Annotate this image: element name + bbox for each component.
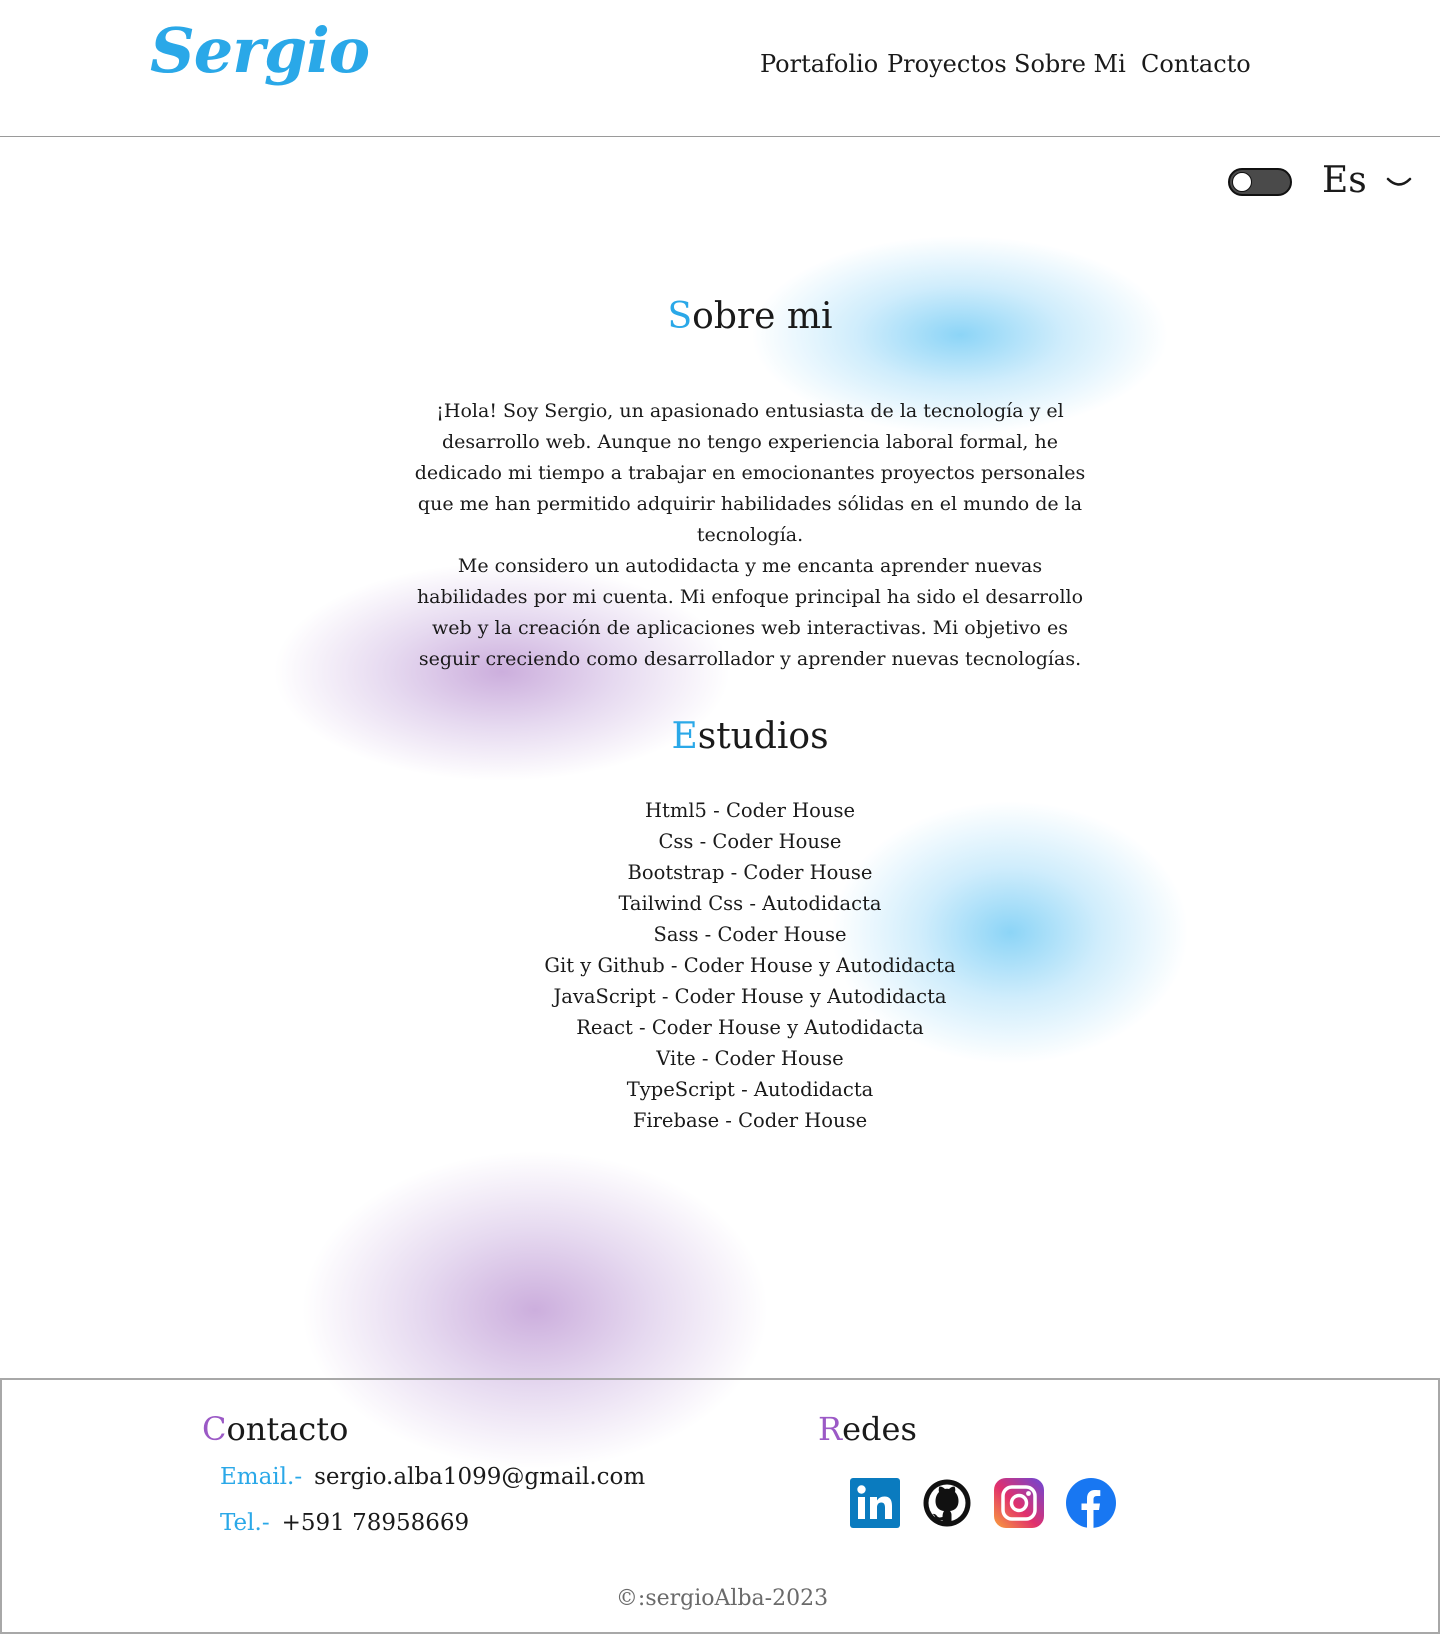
chevron-down-icon (1386, 177, 1412, 186)
email-value[interactable]: sergio.alba1099@gmail.com (314, 1464, 645, 1490)
contact-heading: Contacto (202, 1410, 348, 1448)
list-item: Sass - Coder House (653, 923, 847, 946)
toggle-knob (1232, 172, 1252, 192)
contact-heading-initial: C (202, 1410, 227, 1448)
about-text: ¡Hola! Soy Sergio, un apasionado entusia… (400, 396, 1100, 675)
about-paragraph-1: ¡Hola! Soy Sergio, un apasionado entusia… (414, 400, 1086, 546)
language-selector[interactable]: Es (1322, 160, 1412, 201)
list-item: Vite - Coder House (656, 1047, 844, 1070)
socials-heading-rest: edes (842, 1410, 917, 1448)
copyright-text: ©:sergioAlba-2023 (615, 1586, 829, 1611)
site-footer: Contacto Email.- sergio.alba1099@gmail.co… (0, 1378, 1440, 1634)
instagram-icon[interactable] (994, 1478, 1044, 1528)
list-item: Firebase - Coder House (632, 1109, 868, 1132)
nav-link-contacto[interactable]: Contacto (1141, 50, 1251, 78)
site-logo[interactable]: Sergio (150, 14, 370, 87)
nav-link-sobre-mi[interactable]: Sobre Mi (1014, 50, 1126, 78)
studies-title: Estudios (0, 716, 1440, 757)
about-title-initial: S (667, 296, 693, 337)
about-title-rest: obre mi (692, 296, 833, 337)
facebook-icon[interactable] (1066, 1478, 1116, 1528)
nav-link-proyectos[interactable]: Proyectos (887, 50, 1007, 78)
list-item: Html5 - Coder House (644, 799, 855, 822)
linkedin-icon[interactable] (850, 1478, 900, 1528)
phone-label: Tel.- (220, 1510, 270, 1536)
phone-value[interactable]: +591 78958669 (282, 1510, 470, 1536)
phone-line: Tel.- +591 78958669 (220, 1510, 469, 1536)
studies-title-initial: E (671, 716, 698, 757)
email-label: Email.- (220, 1464, 303, 1490)
list-item: Bootstrap - Coder House (627, 861, 873, 884)
list-item: Git y Github - Coder House y Autodidacta (544, 954, 956, 977)
socials-heading-initial: R (818, 1410, 843, 1448)
studies-title-rest: studios (697, 716, 829, 757)
socials-heading: Redes (818, 1410, 917, 1448)
list-item: Css - Coder House (658, 830, 842, 853)
top-navigation-bar: Sergio Portafolio Proyectos Sobre Mi Con… (0, 0, 1440, 137)
language-value: Es (1322, 160, 1367, 201)
about-paragraph-2: Me considero un autodidacta y me encanta… (416, 555, 1084, 670)
email-line: Email.- sergio.alba1099@gmail.com (220, 1464, 645, 1490)
list-item: React - Coder House y Autodidacta (576, 1016, 924, 1039)
list-item: TypeScript - Autodidacta (626, 1078, 874, 1101)
list-item: JavaScript - Coder House y Autodidacta (553, 985, 947, 1008)
list-item: Tailwind Css - Autodidacta (618, 892, 882, 915)
nav-link-portafolio[interactable]: Portafolio (760, 50, 878, 78)
theme-toggle[interactable] (1228, 168, 1292, 196)
contact-heading-rest: ontacto (226, 1410, 349, 1448)
studies-list: Html5 - Coder House Css - Coder House Bo… (450, 795, 1050, 1136)
about-title: Sobre mi (0, 296, 1440, 337)
github-icon[interactable] (922, 1478, 972, 1528)
